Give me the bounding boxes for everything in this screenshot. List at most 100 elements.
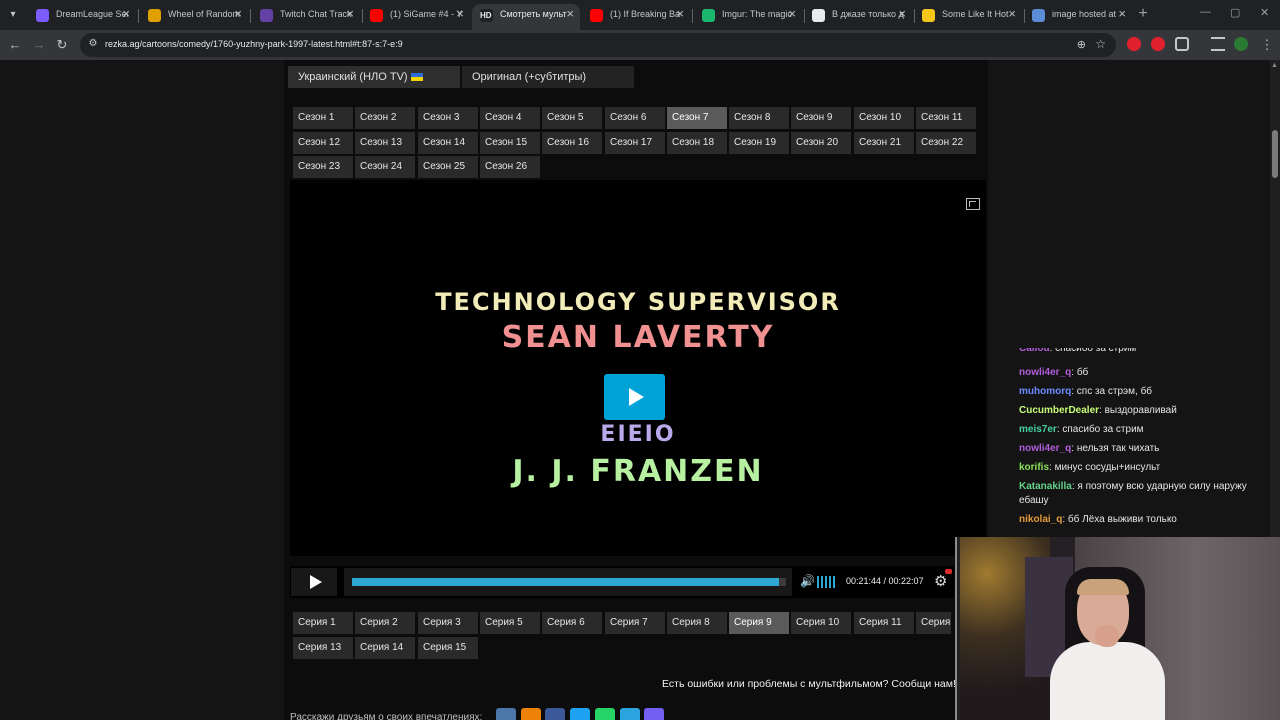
scrollbar-thumb[interactable] <box>1272 130 1278 178</box>
tab-close-icon[interactable]: × <box>676 6 684 21</box>
progress-track[interactable] <box>352 578 786 586</box>
season-button[interactable]: Сезон 4 <box>480 107 540 129</box>
volume-bar[interactable] <box>825 576 827 588</box>
volume-bar[interactable] <box>829 576 831 588</box>
season-button[interactable]: Сезон 8 <box>729 107 789 129</box>
season-button[interactable]: Сезон 25 <box>418 156 478 178</box>
facebook-icon[interactable] <box>545 708 566 720</box>
browser-tab[interactable]: Imgur: The magic × <box>694 4 802 30</box>
report-problem-link[interactable]: Есть ошибки или проблемы с мультфильмом?… <box>662 678 956 690</box>
browser-tab[interactable]: image hosted at × <box>1024 4 1132 30</box>
season-button[interactable]: Сезон 18 <box>667 131 727 154</box>
season-button[interactable]: Сезон 13 <box>355 131 415 154</box>
season-button[interactable]: Сезон 16 <box>542 131 602 154</box>
volume-bar[interactable] <box>821 576 823 588</box>
browser-menu-icon[interactable]: ⋮ <box>1258 36 1276 54</box>
viber-icon[interactable] <box>644 708 665 720</box>
episode-button[interactable]: Серия 11 <box>854 612 914 634</box>
browser-tab[interactable]: В джазе только д × <box>804 4 912 30</box>
season-button[interactable]: Сезон 11 <box>916 107 976 129</box>
episode-button[interactable]: Серия 1 <box>293 612 353 634</box>
browser-tab[interactable]: HD Смотреть мульт × <box>472 4 580 30</box>
site-info-icon[interactable]: ⚙ <box>86 38 100 52</box>
season-button[interactable]: Сезон 24 <box>355 156 415 178</box>
tab-close-icon[interactable]: × <box>234 6 242 21</box>
address-bar[interactable]: ⚙ rezka.ag/cartoons/comedy/1760-yuzhny-p… <box>80 33 1116 57</box>
zoom-icon[interactable]: ⊕ <box>1077 38 1086 51</box>
season-button[interactable]: Сезон 21 <box>854 131 914 154</box>
browser-tab[interactable]: Some Like It Hot × <box>914 4 1022 30</box>
season-button[interactable]: Сезон 5 <box>542 107 602 129</box>
new-tab-button[interactable]: + <box>1134 5 1152 23</box>
episode-button[interactable]: Серия 8 <box>667 612 727 634</box>
season-button[interactable]: Сезон 19 <box>729 131 789 154</box>
extensions-puzzle-icon[interactable] <box>1175 37 1189 51</box>
season-button[interactable]: Сезон 26 <box>480 156 540 178</box>
maximize-icon[interactable]: ▢ <box>1230 6 1240 19</box>
season-button[interactable]: Сезон 7 <box>667 107 727 129</box>
episode-button[interactable]: Серия 13 <box>293 636 353 659</box>
episode-button[interactable]: Серия 12 <box>916 612 951 634</box>
bookmark-star-icon[interactable]: ☆ <box>1095 37 1106 51</box>
minimize-icon[interactable]: — <box>1200 6 1211 18</box>
season-button[interactable]: Сезон 23 <box>293 156 353 178</box>
episode-button[interactable]: Серия 2 <box>355 612 415 634</box>
settings-gear-icon[interactable]: ⚙ <box>934 572 947 590</box>
episode-button[interactable]: Серия 10 <box>791 612 851 634</box>
forward-icon[interactable]: → <box>30 36 48 54</box>
twitter-icon[interactable] <box>570 708 591 720</box>
episode-button[interactable]: Серия 6 <box>542 612 602 634</box>
adblock-extension-icon[interactable] <box>1151 37 1165 51</box>
reload-icon[interactable]: ↻ <box>53 36 71 54</box>
tab-close-icon[interactable]: × <box>1118 6 1126 21</box>
season-button[interactable]: Сезон 22 <box>916 131 976 154</box>
season-button[interactable]: Сезон 2 <box>355 107 415 129</box>
tab-close-icon[interactable]: × <box>1008 6 1016 21</box>
season-button[interactable]: Сезон 14 <box>418 131 478 154</box>
url-text[interactable]: rezka.ag/cartoons/comedy/1760-yuzhny-par… <box>105 39 403 49</box>
odnoklassniki-icon[interactable] <box>520 708 541 720</box>
volume-bar[interactable] <box>833 576 835 588</box>
play-button[interactable] <box>291 568 337 596</box>
volume-slider[interactable] <box>817 576 839 588</box>
tab-close-icon[interactable]: × <box>456 6 464 21</box>
volume-bar[interactable] <box>817 576 819 588</box>
season-button[interactable]: Сезон 6 <box>605 107 665 129</box>
episode-button[interactable]: Серия 15 <box>418 636 478 659</box>
progress-bar[interactable] <box>344 568 792 596</box>
fullscreen-toggle-icon[interactable] <box>966 198 980 210</box>
season-button[interactable]: Сезон 12 <box>293 131 353 154</box>
season-button[interactable]: Сезон 20 <box>791 131 851 154</box>
media-controls-icon[interactable] <box>1211 37 1225 51</box>
whatsapp-icon[interactable] <box>594 708 615 720</box>
episode-button[interactable]: Серия 14 <box>355 636 415 659</box>
season-button[interactable]: Сезон 1 <box>293 107 353 129</box>
browser-tab[interactable]: Twitch Chat Track × <box>252 4 360 30</box>
browser-tab[interactable]: (1) If Breaking Ba × <box>582 4 690 30</box>
tab-close-icon[interactable]: × <box>788 6 796 21</box>
translation-original[interactable]: Оригинал (+субтитры) <box>462 66 634 88</box>
tab-search-icon[interactable]: ▾ <box>6 8 20 22</box>
season-button[interactable]: Сезон 10 <box>854 107 914 129</box>
season-button[interactable]: Сезон 3 <box>418 107 478 129</box>
back-icon[interactable]: ← <box>6 36 24 54</box>
tab-close-icon[interactable]: × <box>122 6 130 21</box>
season-button[interactable]: Сезон 17 <box>605 131 665 154</box>
close-window-icon[interactable]: ✕ <box>1260 6 1269 19</box>
episode-button[interactable]: Серия 7 <box>605 612 665 634</box>
browser-tab[interactable]: DreamLeague Sea × <box>28 4 136 30</box>
telegram-icon[interactable] <box>619 708 640 720</box>
scroll-up-icon[interactable]: ▲ <box>1271 62 1278 69</box>
translation-ukrainian[interactable]: Украинский (НЛО TV) <box>288 66 460 88</box>
video-screen[interactable]: TECHNOLOGY SUPERVISOR SEAN LAVERTY EIEIO… <box>290 180 986 556</box>
episode-button[interactable]: Серия 3 <box>418 612 478 634</box>
episode-button[interactable]: Серия 9 <box>729 612 789 634</box>
browser-tab[interactable]: (1) SiGame #4 - Y × <box>362 4 470 30</box>
opera-extension-icon[interactable] <box>1127 37 1141 51</box>
tab-close-icon[interactable]: × <box>346 6 354 21</box>
tab-close-icon[interactable]: × <box>898 6 906 21</box>
profile-avatar[interactable] <box>1234 37 1248 51</box>
season-button[interactable]: Сезон 9 <box>791 107 851 129</box>
browser-tab[interactable]: Wheel of Random × <box>140 4 248 30</box>
volume-icon[interactable]: 🔊 <box>800 574 815 588</box>
